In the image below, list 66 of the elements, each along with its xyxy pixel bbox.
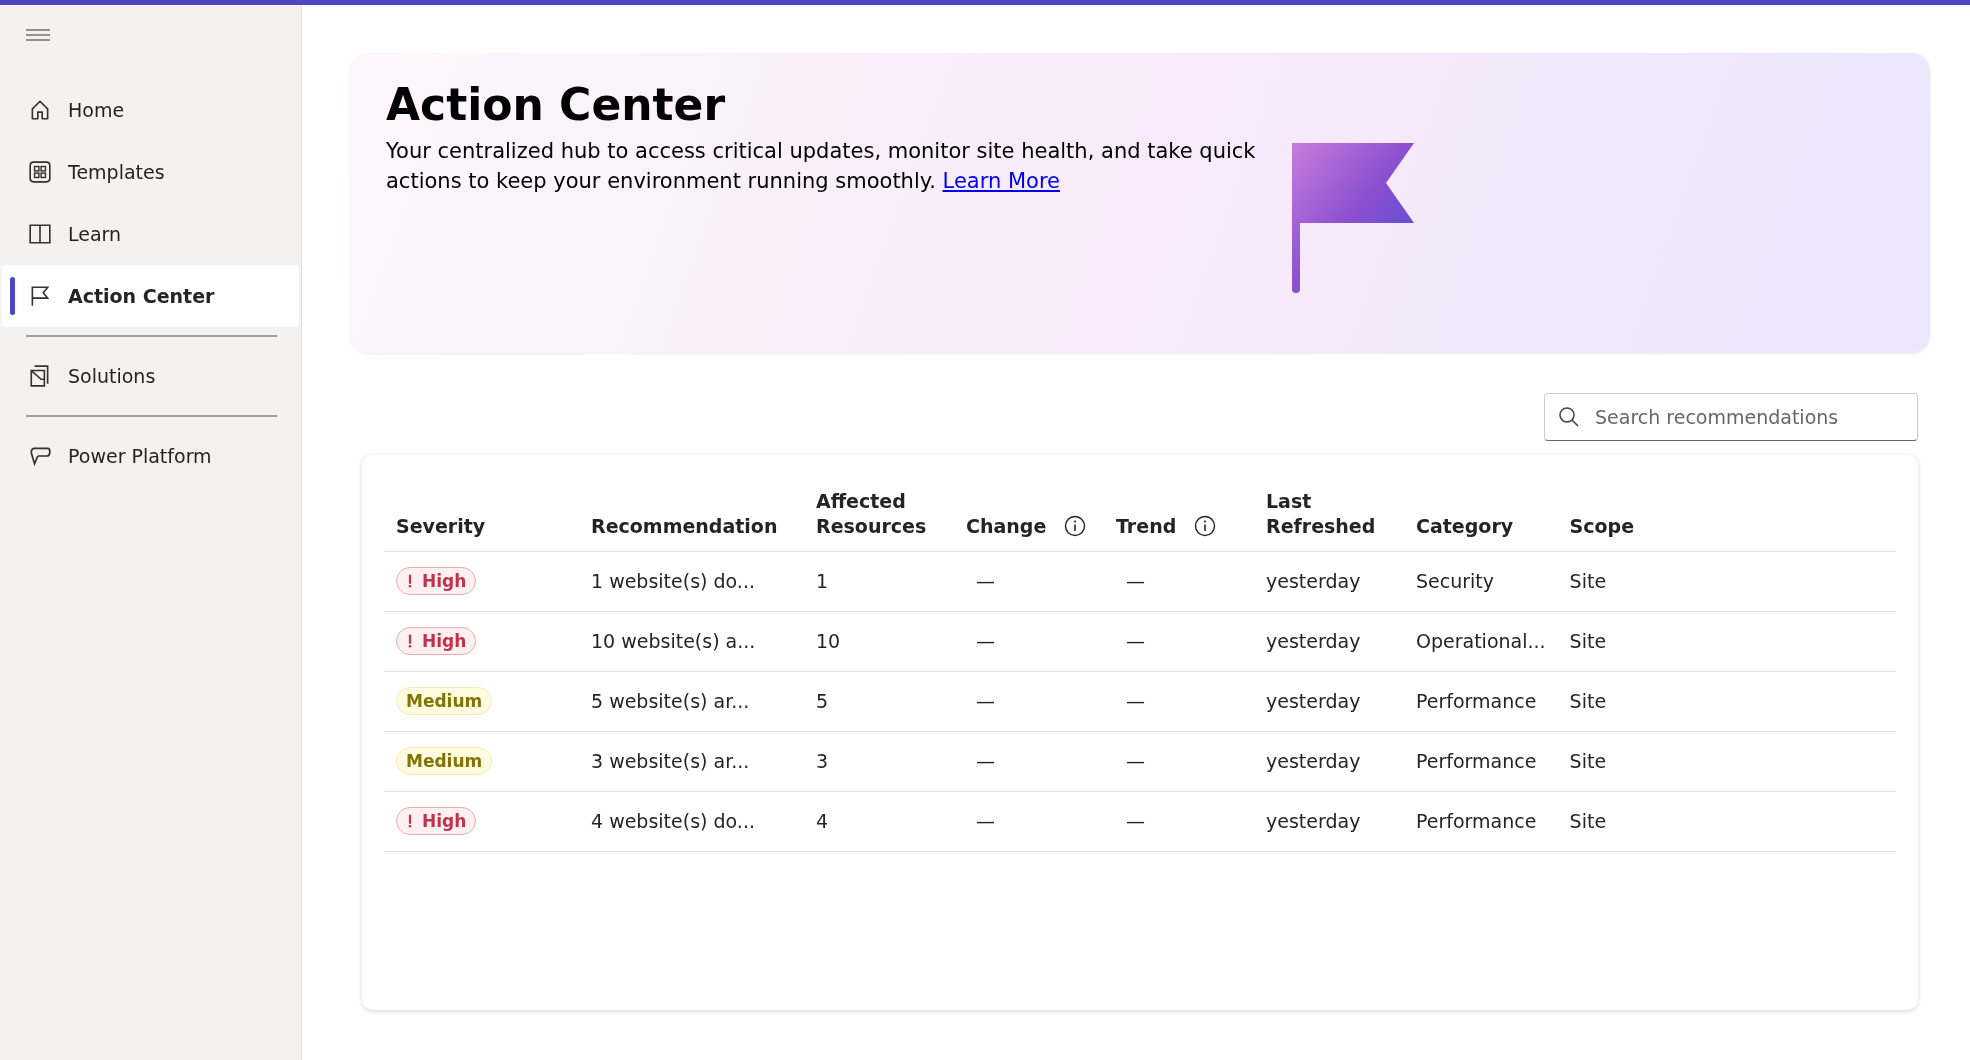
table-cell: 10 <box>816 630 841 652</box>
table-cell: 4 website(s) do... <box>591 810 755 832</box>
severity-badge: Medium <box>396 687 493 715</box>
sidebar-item[interactable]: Power Platform <box>2 425 299 487</box>
column-header: Trend <box>1116 513 1177 539</box>
table-cell: Security <box>1416 570 1495 592</box>
table-cell: 1 website(s) do... <box>591 570 755 592</box>
table-cell: yesterday <box>1266 630 1361 652</box>
column-header: Affected Resources <box>816 489 927 539</box>
severity-badge: High <box>396 627 477 655</box>
sidebar-item[interactable]: Action Center <box>2 265 299 327</box>
table-cell: Site <box>1569 570 1607 592</box>
table-cell: yesterday <box>1266 690 1361 712</box>
info-icon[interactable] <box>1194 515 1217 538</box>
column-header: Recommendation <box>591 513 778 539</box>
table-cell: Site <box>1569 690 1607 712</box>
severity-badge: High <box>396 567 477 595</box>
table-cell: 5 website(s) ar... <box>591 690 750 712</box>
alert-icon <box>406 634 414 648</box>
alert-icon <box>406 574 414 588</box>
severity-badge: High <box>396 807 477 835</box>
table-cell-text: — <box>1125 810 1145 832</box>
table-cell: Performance <box>1416 810 1537 832</box>
table-cell-text: — <box>975 570 995 592</box>
table-cell: 10 website(s) a... <box>591 630 756 652</box>
grid-icon <box>28 160 52 184</box>
table-cell: Performance <box>1416 690 1537 712</box>
table-cell: yesterday <box>1266 810 1361 832</box>
table-cell: Operational... <box>1416 630 1546 652</box>
book-icon <box>28 222 52 246</box>
table-cell: 3 website(s) ar... <box>591 750 750 772</box>
menu-icon <box>26 29 50 41</box>
sidebar-item[interactable]: Learn <box>2 203 299 265</box>
table-cell: Site <box>1569 810 1607 832</box>
column-header: Scope <box>1569 513 1635 539</box>
table-cell-text: — <box>975 690 995 712</box>
table-cell-text: — <box>1125 690 1145 712</box>
table-cell: 4 <box>816 810 829 832</box>
banner-description: Your centralized hub to access critical updates, monitor site health, and take quick actions to keep your environment running smoothly. Learn More <box>386 138 1257 195</box>
table-cell: Performance <box>1416 750 1537 772</box>
search-field[interactable]: Search recommendations <box>1544 393 1918 441</box>
learn-more-link[interactable]: Learn More <box>942 169 1060 193</box>
table-cell-text: — <box>975 750 995 772</box>
sidebar-item[interactable]: Home <box>2 79 299 141</box>
alert-icon <box>406 814 414 828</box>
table-cell-text: — <box>1125 750 1145 772</box>
table-cell-text: — <box>1125 570 1145 592</box>
table-cell: yesterday <box>1266 570 1361 592</box>
column-header: Change <box>966 513 1047 539</box>
table-cell-text: — <box>1125 630 1145 652</box>
info-icon[interactable] <box>1064 515 1087 538</box>
table-cell: Site <box>1569 750 1607 772</box>
column-header: Last Refreshed <box>1266 489 1376 539</box>
table-cell: yesterday <box>1266 750 1361 772</box>
page-title: Action Center <box>386 79 727 130</box>
sidebar-item[interactable]: Templates <box>2 141 299 203</box>
severity-badge: Medium <box>396 747 493 775</box>
table-cell-text: — <box>975 630 995 652</box>
table-cell: Site <box>1569 630 1607 652</box>
column-header: Category <box>1416 513 1514 539</box>
column-header: Severity <box>396 513 486 539</box>
sidebar-item[interactable]: Solutions <box>2 345 299 407</box>
table-cell-text: — <box>975 810 995 832</box>
table-cell: 5 <box>816 690 829 712</box>
table-cell: 3 <box>816 750 829 772</box>
table-cell: 1 <box>816 570 829 592</box>
